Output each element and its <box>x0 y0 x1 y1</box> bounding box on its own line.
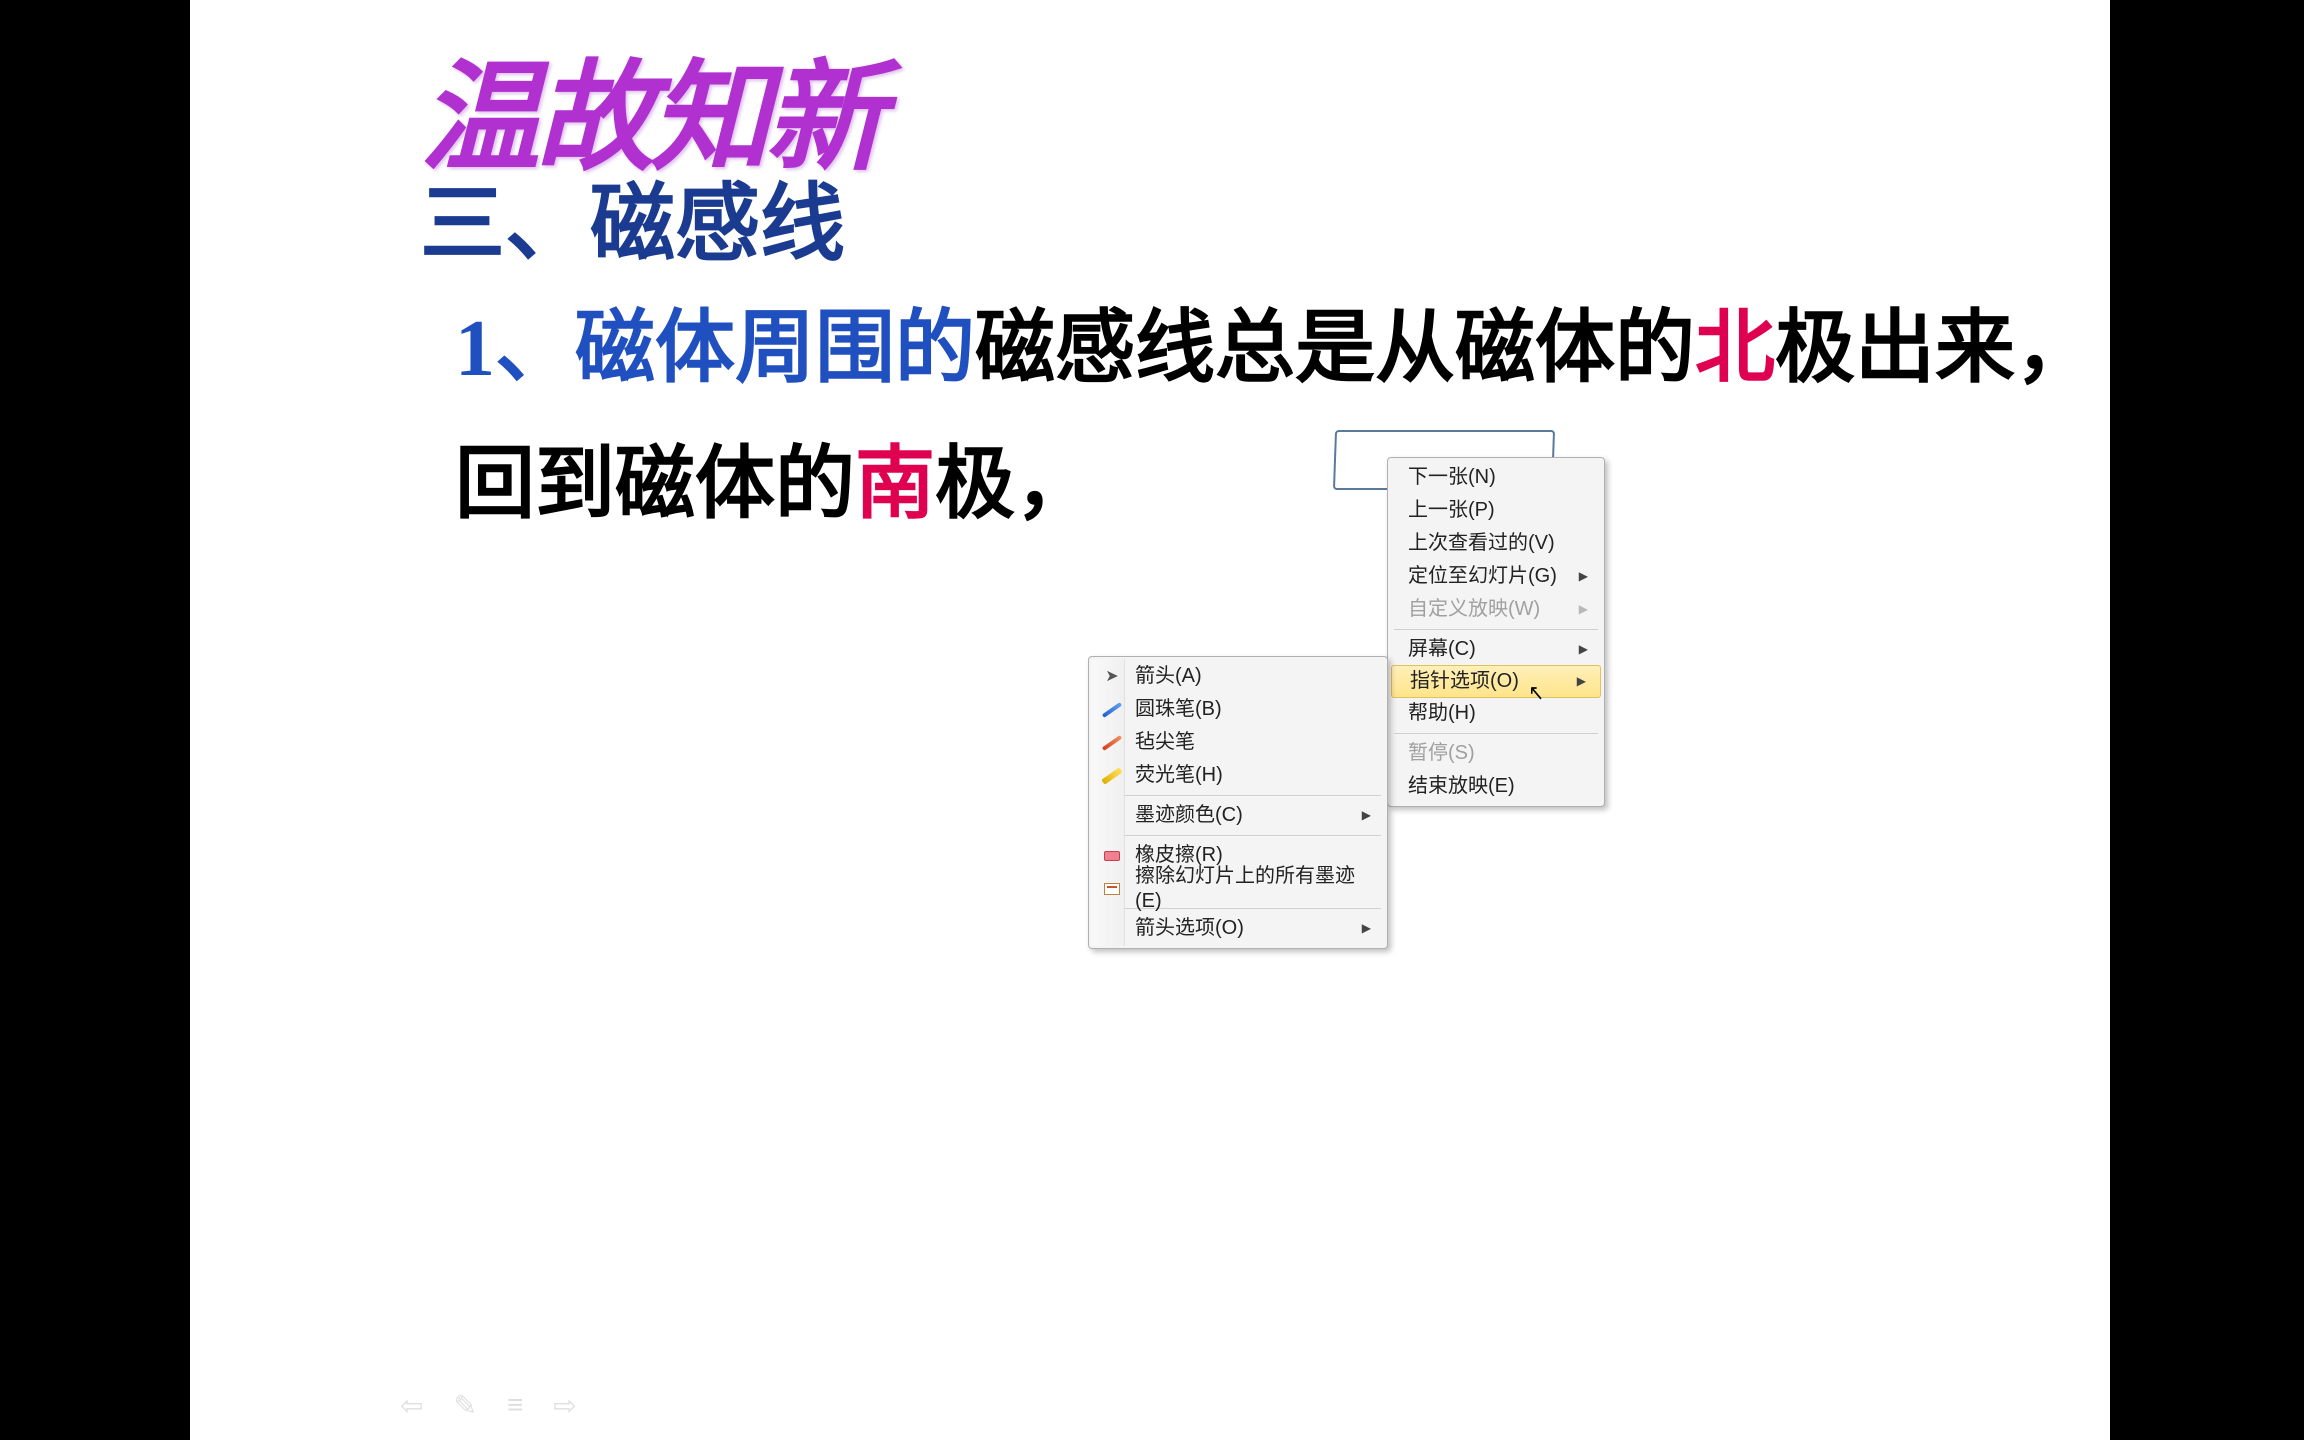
text-fragment: 磁感线总是从磁体的 <box>975 305 1695 393</box>
nav-prev-button[interactable]: ⇦ <box>400 1389 423 1422</box>
menu-last-viewed[interactable]: 上次查看过的(V) <box>1390 527 1602 560</box>
slide-section-heading: 三、磁感线 <box>420 155 845 278</box>
eraser-icon <box>1097 839 1127 872</box>
menu-separator <box>1095 795 1381 796</box>
menu-custom-show: 自定义放映(W)▶ <box>1390 593 1602 626</box>
highlighter-icon <box>1097 759 1127 792</box>
list-number: 1、 <box>455 305 575 393</box>
erase-all-icon <box>1097 872 1127 905</box>
menu-help[interactable]: 帮助(H) <box>1390 697 1602 730</box>
submenu-arrow-icon: ▶ <box>1579 564 1588 589</box>
submenu-felt-tip[interactable]: 毡尖笔 <box>1091 726 1385 759</box>
submenu-arrow-icon: ▶ <box>1577 669 1586 694</box>
ink-color-icon <box>1097 799 1127 832</box>
submenu-highlighter[interactable]: 荧光笔(H) <box>1091 759 1385 792</box>
submenu-arrow-icon: ▶ <box>1362 803 1371 828</box>
text-fragment: 回到磁体的 <box>455 441 855 529</box>
slideshow-nav-toolbar[interactable]: ⇦ ✎ ≡ ⇨ <box>400 1389 577 1422</box>
slideshow-canvas[interactable]: 温故知新 三、磁感线 1、磁体周围的磁感线总是从磁体的北极出来， 回到磁体的南极… <box>190 0 2110 1440</box>
menu-separator <box>1394 629 1598 630</box>
menu-end-show[interactable]: 结束放映(E) <box>1390 770 1602 803</box>
slideshow-context-menu[interactable]: 下一张(N) 上一张(P) 上次查看过的(V) 定位至幻灯片(G)▶ 自定义放映… <box>1387 457 1605 807</box>
pointer-options-submenu[interactable]: ➤ 箭头(A) 圆珠笔(B) 毡尖笔 荧光笔(H) 墨迹颜色(C)▶ 橡皮擦(R… <box>1088 656 1388 949</box>
submenu-arrow-icon: ▶ <box>1579 637 1588 662</box>
text-north: 北 <box>1695 305 1775 393</box>
slide-body-text: 1、磁体周围的磁感线总是从磁体的北极出来， 回到磁体的南极， <box>455 285 2215 549</box>
submenu-ballpoint[interactable]: 圆珠笔(B) <box>1091 693 1385 726</box>
text-fragment: 极出来， <box>1775 305 2095 393</box>
submenu-erase-all-ink[interactable]: 擦除幻灯片上的所有墨迹(E) <box>1091 872 1385 905</box>
text-fragment: 极， <box>935 441 1095 529</box>
submenu-arrow[interactable]: ➤ 箭头(A) <box>1091 660 1385 693</box>
felt-tip-pen-icon <box>1097 726 1127 759</box>
menu-screen[interactable]: 屏幕(C)▶ <box>1390 633 1602 666</box>
submenu-ink-color[interactable]: 墨迹颜色(C)▶ <box>1091 799 1385 832</box>
pointer-arrow-icon: ➤ <box>1097 660 1127 693</box>
mouse-cursor-icon: ↖ <box>1528 680 1544 706</box>
text-south: 南 <box>855 441 935 529</box>
menu-next-slide[interactable]: 下一张(N) <box>1390 461 1602 494</box>
ballpoint-pen-icon <box>1097 693 1127 726</box>
menu-goto-slide[interactable]: 定位至幻灯片(G)▶ <box>1390 560 1602 593</box>
submenu-arrow-options[interactable]: 箭头选项(O)▶ <box>1091 912 1385 945</box>
nav-pen-button[interactable]: ✎ <box>453 1389 476 1422</box>
menu-pointer-options[interactable]: 指针选项(O)▶ <box>1391 665 1601 698</box>
submenu-arrow-icon: ▶ <box>1579 597 1588 622</box>
arrow-options-icon <box>1097 912 1127 945</box>
menu-pause: 暂停(S) <box>1390 737 1602 770</box>
nav-menu-button[interactable]: ≡ <box>507 1389 523 1422</box>
submenu-arrow-icon: ▶ <box>1362 916 1371 941</box>
menu-separator <box>1095 835 1381 836</box>
menu-prev-slide[interactable]: 上一张(P) <box>1390 494 1602 527</box>
text-fragment: 磁体周围的 <box>575 305 975 393</box>
menu-separator <box>1394 733 1598 734</box>
nav-next-button[interactable]: ⇨ <box>553 1389 576 1422</box>
